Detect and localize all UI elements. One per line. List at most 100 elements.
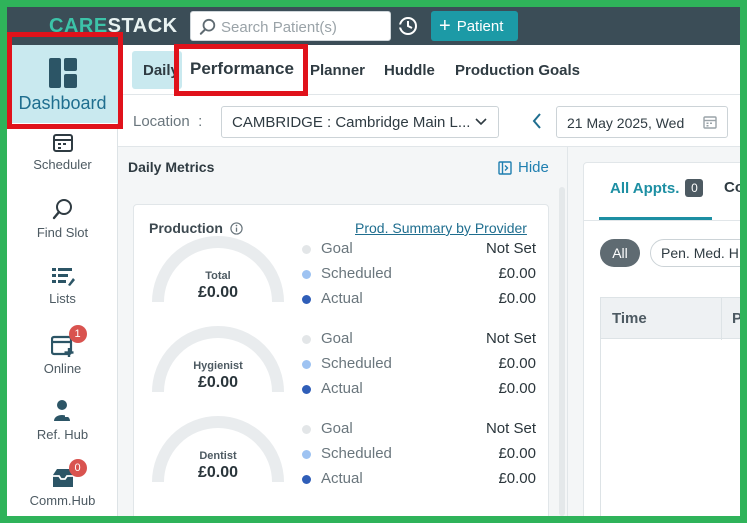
legend-dot-actual	[302, 385, 311, 394]
sidebar-item-lists[interactable]: Lists	[7, 265, 118, 306]
legend-row-actual: Actual £0.00	[302, 380, 536, 400]
legend-amount: £0.00	[498, 470, 536, 487]
legend-amount: Not Set	[485, 330, 536, 347]
legend-dot-goal	[302, 245, 311, 254]
inbox-icon: 0	[51, 459, 87, 489]
metrics-scrollbar[interactable]	[559, 187, 565, 516]
appointments-table-header: Time Pa	[600, 297, 740, 340]
search-icon	[199, 18, 216, 35]
clock-icon[interactable]	[397, 15, 419, 37]
location-select[interactable]: CAMBRIDGE : Cambridge Main L...	[221, 106, 499, 138]
appointments-card: All Appts. 0 Co All Pen. Med. H Time Pa	[583, 162, 740, 516]
gauge-label: Dentist	[199, 450, 237, 462]
tab-huddle[interactable]: Huddle	[384, 62, 435, 79]
legend-amount: £0.00	[498, 290, 536, 307]
production-card: Production Prod. Summary by Provider Tot…	[133, 204, 549, 516]
legend-row-scheduled: Scheduled £0.00	[302, 265, 536, 285]
column-patient[interactable]: Pa	[732, 310, 740, 327]
legend-row-actual: Actual £0.00	[302, 290, 536, 310]
legend-amount: £0.00	[498, 265, 536, 282]
tab-planner[interactable]: Planner	[310, 62, 365, 79]
metrics-title: Daily Metrics	[128, 159, 215, 175]
legend-dot-actual	[302, 475, 311, 484]
legend-amount: Not Set	[485, 420, 536, 437]
app-window: CARESTACK +Patient Dashboard Scheduler F…	[7, 7, 740, 516]
legend-amount: £0.00	[498, 445, 536, 462]
legend-label: Actual	[321, 470, 363, 487]
date-picker[interactable]: 21 May 2025, Wed	[556, 106, 728, 138]
legend-label: Scheduled	[321, 265, 392, 282]
legend-row-scheduled: Scheduled £0.00	[302, 445, 536, 465]
gauge-block-hygienist: Hygienist £0.00 Goal Not Set Scheduled £0.00 A…	[134, 320, 550, 410]
sidebar-item-comm-hub[interactable]: 0 Comm.Hub	[7, 459, 118, 508]
calendar-icon	[52, 134, 73, 152]
legend-dot-goal	[302, 335, 311, 344]
calendar-icon	[703, 116, 717, 129]
appointments-count-badge: 0	[685, 179, 704, 197]
legend-label: Scheduled	[321, 445, 392, 462]
legend-dot-scheduled	[302, 270, 311, 279]
sidebar-item-online[interactable]: 1 Online	[7, 325, 118, 376]
legend-amount: £0.00	[498, 380, 536, 397]
add-patient-button[interactable]: + Patient	[431, 11, 518, 41]
calendar-plus-icon: 1	[50, 325, 87, 357]
tab-divider	[584, 220, 740, 221]
dashboard-tabs: Daily Performance Planner Huddle Product…	[118, 45, 740, 95]
previous-date-button[interactable]	[530, 111, 544, 131]
plus-icon: +	[439, 15, 451, 37]
list-icon	[51, 268, 75, 286]
legend-row-goal: Goal Not Set	[302, 330, 536, 350]
search-icon	[52, 199, 72, 220]
legend-label: Goal	[321, 240, 353, 257]
top-bar: CARESTACK +Patient	[7, 7, 740, 45]
legend-row-scheduled: Scheduled £0.00	[302, 355, 536, 375]
sidebar-item-scheduler[interactable]: Scheduler	[7, 131, 118, 172]
legend-label: Scheduled	[321, 355, 392, 372]
search-input[interactable]	[221, 17, 386, 37]
legend-label: Actual	[321, 290, 363, 307]
gauge-value: £0.00	[197, 464, 239, 481]
gauge-value: £0.00	[197, 284, 239, 301]
column-time[interactable]: Time	[612, 310, 647, 327]
tab-daily[interactable]: Daily	[132, 51, 182, 89]
tab-second[interactable]: Co	[724, 179, 740, 196]
collapse-panel-icon	[498, 160, 512, 175]
carestack-logo[interactable]: CARESTACK	[49, 15, 178, 38]
dashboard-icon	[48, 58, 77, 88]
legend-label: Goal	[321, 330, 353, 347]
legend-label: Actual	[321, 380, 363, 397]
legend-row-goal: Goal Not Set	[302, 420, 536, 440]
location-label: Location :	[133, 113, 203, 130]
person-share-icon	[53, 400, 74, 421]
filter-all-pill[interactable]: All	[600, 239, 640, 267]
chevron-down-icon	[475, 118, 487, 126]
hide-metrics-button[interactable]: Hide	[498, 159, 549, 176]
gauge-block-dentist: Dentist £0.00 Goal Not Set Scheduled £0.00 Act…	[134, 410, 550, 500]
tab-production-goals[interactable]: Production Goals	[455, 62, 580, 79]
legend-label: Goal	[321, 420, 353, 437]
filter-pen-med-pill[interactable]: Pen. Med. H	[650, 239, 740, 267]
legend-amount: £0.00	[498, 355, 536, 372]
patient-search[interactable]	[190, 11, 391, 41]
online-badge: 1	[68, 325, 87, 343]
sidebar: Dashboard Scheduler Find Slot Lists 1 On…	[7, 45, 118, 516]
daily-metrics-panel: Daily Metrics Hide Production Prod. Summ…	[118, 147, 568, 516]
legend-dot-goal	[302, 425, 311, 434]
gauge-block-total: Total £0.00 Goal Not Set Scheduled £0.00 Actua…	[134, 230, 550, 320]
sidebar-item-dashboard-content[interactable]: Dashboard	[7, 57, 118, 114]
legend-dot-scheduled	[302, 450, 311, 459]
appointments-panel: All Appts. 0 Co All Pen. Med. H Time Pa	[568, 147, 740, 516]
tab-all-appointments[interactable]: All Appts. 0	[610, 179, 704, 197]
gauge-value: £0.00	[197, 374, 239, 391]
gauge-label: Hygienist	[193, 360, 243, 372]
legend-dot-actual	[302, 295, 311, 304]
tab-performance[interactable]: Performance	[190, 59, 294, 79]
appointments-table-body	[600, 339, 740, 516]
gauge-label: Total	[205, 270, 231, 282]
sidebar-item-find-slot[interactable]: Find Slot	[7, 197, 118, 240]
column-divider	[721, 298, 722, 340]
sidebar-item-ref-hub[interactable]: Ref. Hub	[7, 399, 118, 442]
legend-amount: Not Set	[485, 240, 536, 257]
location-bar: Location : CAMBRIDGE : Cambridge Main L.…	[118, 95, 740, 147]
comm-hub-badge: 0	[68, 459, 87, 477]
